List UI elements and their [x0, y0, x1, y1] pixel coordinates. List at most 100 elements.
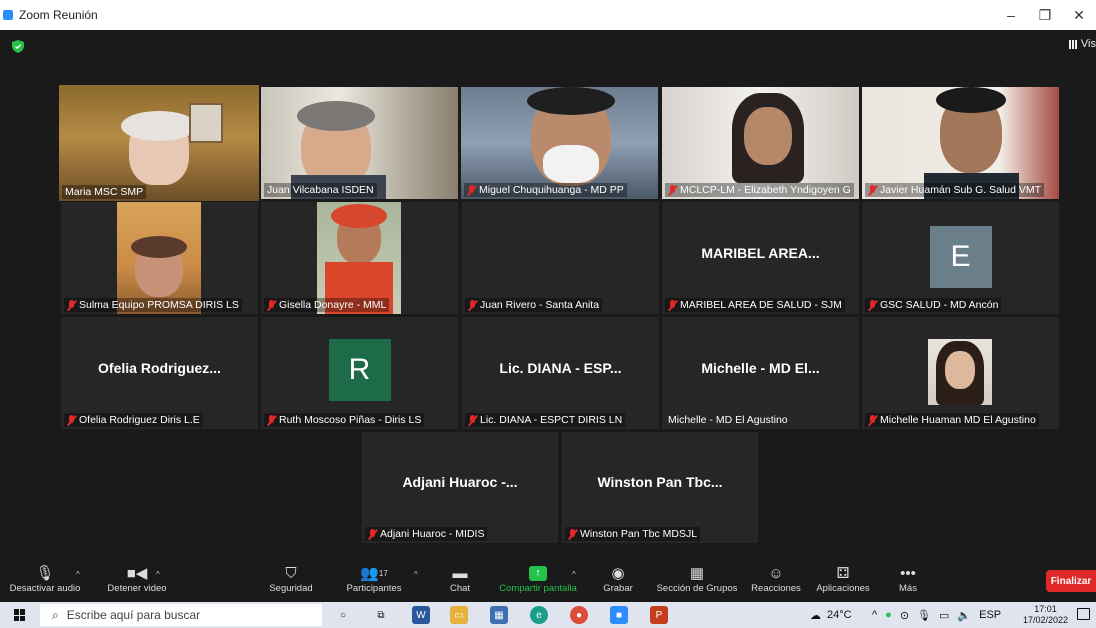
participants-icon: 👥	[360, 565, 379, 582]
participant-name-label: Adjani Huaroc - MIDIS	[365, 527, 488, 541]
participant-tile[interactable]: E GSC SALUD - MD Ancón	[862, 202, 1059, 314]
participant-display-name: Ofelia Rodriguez...	[98, 359, 221, 376]
show-hidden-icons-caret-icon[interactable]: ^	[872, 609, 877, 621]
muted-mic-icon	[467, 184, 476, 196]
close-button[interactable]: ✕	[1062, 0, 1096, 30]
muted-mic-icon	[668, 184, 677, 196]
taskbar-clock[interactable]: 17:01 17/02/2022	[1023, 604, 1068, 626]
muted-mic-icon	[267, 299, 276, 311]
tray-app-icon[interactable]: ⊙	[900, 609, 909, 622]
breakout-rooms-icon: ▦	[689, 565, 705, 582]
network-icon[interactable]: ▭	[939, 609, 949, 622]
window-title-bar: Zoom Reunión – ❐ ✕	[0, 0, 1096, 30]
record-button[interactable]: ◉ Grabar	[596, 563, 640, 594]
share-screen-label: Compartir pantalla	[499, 583, 577, 594]
security-tray-icon[interactable]: ●	[885, 609, 892, 621]
muted-mic-icon	[468, 299, 477, 311]
participant-name-label: Gisella Donayre - MML	[264, 298, 390, 312]
stop-video-button[interactable]: ■◀ Detener video	[92, 563, 182, 594]
chat-label: Chat	[449, 583, 471, 594]
zoom-taskbar-icon[interactable]: ■	[610, 606, 628, 624]
microphone-icon: 🎙	[35, 565, 55, 582]
file-explorer-icon[interactable]: ▭	[450, 606, 468, 624]
participant-tile[interactable]: Lic. DIANA - ESP... Lic. DIANA - ESPCT D…	[462, 317, 659, 429]
participant-name-label: Ofelia Rodriguez Diris L.E	[64, 413, 203, 427]
more-button[interactable]: ••• Más	[886, 563, 930, 595]
encryption-shield-icon[interactable]	[12, 40, 24, 53]
share-options-caret-icon[interactable]: ^	[572, 570, 576, 579]
meeting-toolbar: 🎙 Desactivar audio ^ ■◀ Detener video ^ …	[0, 560, 1096, 602]
audio-options-caret-icon[interactable]: ^	[76, 570, 80, 579]
powerpoint-app-icon[interactable]: P	[650, 606, 668, 624]
cortana-circle-icon[interactable]: ○	[334, 606, 352, 624]
breakout-rooms-button[interactable]: ▦ Sección de Grupos	[650, 563, 744, 594]
muted-mic-icon	[868, 184, 877, 196]
restore-button[interactable]: ❐	[1028, 0, 1062, 30]
muted-mic-icon	[267, 414, 276, 426]
participant-tile[interactable]: Javier Huamán Sub G. Salud VMT	[862, 87, 1059, 199]
participant-name-label: Michelle Huaman MD El Agustino	[865, 413, 1039, 427]
language-indicator[interactable]: ESP	[979, 609, 1001, 621]
apps-button[interactable]: ⚃ Aplicaciones	[810, 563, 876, 594]
reactions-button[interactable]: ☺ Reacciones	[748, 563, 804, 595]
participant-name-label: Michelle - MD El Agustino	[668, 414, 788, 426]
end-meeting-button[interactable]: Finalizar	[1046, 570, 1096, 592]
participant-avatar: R	[328, 339, 391, 401]
participant-tile[interactable]: R Ruth Moscoso Piñas - Diris LS	[261, 317, 458, 429]
participant-tile[interactable]: Winston Pan Tbc... Winston Pan Tbc MDSJL	[562, 432, 758, 543]
participant-tile[interactable]: Juan Rivero - Santa Anita	[462, 202, 659, 314]
participant-tile[interactable]: Ofelia Rodriguez... Ofelia Rodriguez Dir…	[61, 317, 258, 429]
chrome-browser-icon[interactable]: ●	[570, 606, 588, 624]
video-feed	[59, 85, 259, 201]
participant-tile[interactable]: Sulma Equipo PROMSA DIRIS LS	[61, 202, 258, 314]
muted-mic-icon	[67, 299, 76, 311]
microphone-tray-icon[interactable]: 🎙	[917, 609, 931, 622]
participant-tile[interactable]: Michelle Huaman MD El Agustino	[862, 317, 1059, 429]
participants-button[interactable]: 👥 17 Participantes	[334, 563, 414, 594]
volume-icon[interactable]: 🔈	[957, 609, 971, 622]
notification-center-icon[interactable]	[1077, 608, 1090, 620]
participants-options-caret-icon[interactable]: ^	[414, 570, 418, 579]
clock-date: 17/02/2022	[1022, 615, 1068, 625]
participant-name-label: Winston Pan Tbc MDSJL	[565, 527, 701, 541]
participant-display-name: Adjani Huaroc -...	[402, 474, 518, 491]
participant-tile[interactable]: Gisella Donayre - MML	[261, 202, 458, 314]
word-app-icon[interactable]: W	[412, 606, 430, 624]
participant-tile[interactable]: Juan Vilcabana ISDEN	[261, 87, 458, 199]
minimize-button[interactable]: –	[994, 0, 1028, 30]
participant-display-name: Michelle - MD El...	[701, 359, 820, 376]
participant-display-name: MARIBEL AREA...	[701, 244, 820, 261]
participant-avatar: E	[929, 226, 992, 288]
participant-tile[interactable]: Miguel Chuquihuanga - MD PP	[461, 87, 658, 199]
meeting-gallery: Vis Maria MSC SMP Juan Vilcabana ISDEN M…	[0, 30, 1096, 560]
security-label: Seguridad	[269, 583, 313, 594]
taskbar-search-input[interactable]: ⌕ Escribe aquí para buscar	[40, 604, 322, 626]
participants-count: 17	[378, 568, 388, 578]
participant-name-label: GSC SALUD - MD Ancón	[865, 298, 1002, 312]
weather-widget[interactable]: ☁ 24°C	[810, 602, 852, 628]
grid-view-icon	[1068, 39, 1078, 49]
participant-tile[interactable]: MCLCP-LM - Elizabeth Yndigoyen G	[662, 87, 859, 199]
edge-browser-icon[interactable]: e	[530, 606, 548, 624]
participant-tile[interactable]: MARIBEL AREA... MARIBEL AREA DE SALUD - …	[662, 202, 859, 314]
participant-tile[interactable]: Adjani Huaroc -... Adjani Huaroc - MIDIS	[362, 432, 558, 543]
participant-name-label: Sulma Equipo PROMSA DIRIS LS	[64, 298, 242, 312]
security-button[interactable]: ⛉ Seguridad	[256, 563, 326, 595]
video-options-caret-icon[interactable]: ^	[156, 570, 160, 579]
more-dots-icon: •••	[900, 564, 916, 582]
temperature-text: 24°C	[827, 609, 852, 621]
window-title: Zoom Reunión	[19, 8, 98, 22]
share-screen-button[interactable]: ↑ Compartir pantalla	[492, 563, 584, 594]
muted-mic-icon	[868, 414, 877, 426]
participant-tile[interactable]: Michelle - MD El... Michelle - MD El Agu…	[662, 317, 859, 429]
participant-tile[interactable]: Maria MSC SMP	[59, 85, 259, 201]
breakout-rooms-label: Sección de Grupos	[656, 583, 738, 594]
view-toggle-button[interactable]: Vis	[1068, 38, 1096, 50]
clock-time: 17:01	[1034, 604, 1057, 614]
chat-button[interactable]: ▬ Chat	[438, 563, 482, 595]
calculator-app-icon[interactable]: ▦	[490, 606, 508, 624]
video-camera-icon: ■◀	[126, 565, 148, 582]
windows-start-icon[interactable]	[14, 609, 26, 621]
cloud-weather-icon: ☁	[810, 609, 821, 622]
task-view-icon[interactable]: ⧉	[372, 606, 390, 624]
